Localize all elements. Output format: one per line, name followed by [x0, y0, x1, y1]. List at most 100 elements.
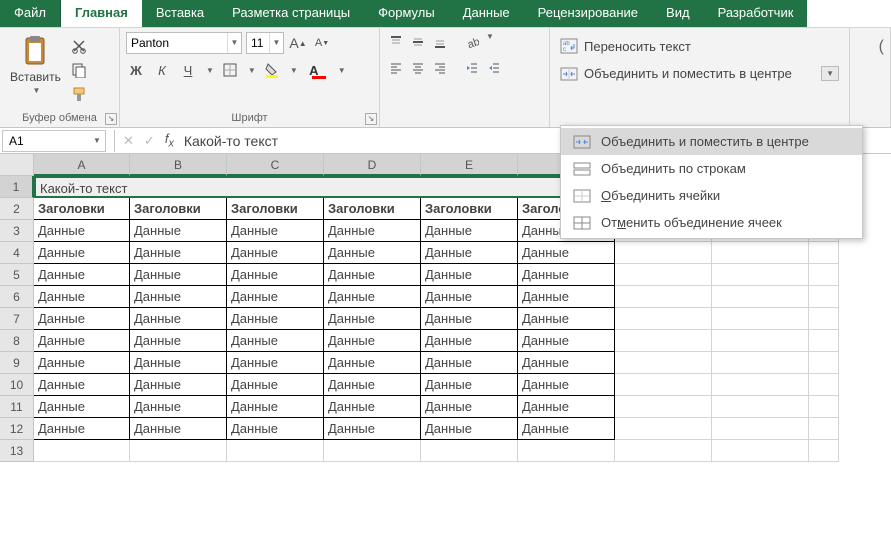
cell[interactable] — [615, 352, 712, 374]
cell[interactable]: Данные — [518, 418, 615, 440]
merge-center-button[interactable]: Объединить и поместить в центре ▼ — [556, 64, 843, 83]
tab-data[interactable]: Данные — [449, 0, 524, 27]
cell[interactable]: Данные — [34, 286, 130, 308]
cell[interactable]: Данные — [130, 374, 227, 396]
cell[interactable] — [809, 264, 839, 286]
align-right-button[interactable] — [430, 58, 450, 78]
cell[interactable]: Данные — [518, 374, 615, 396]
cut-button[interactable] — [69, 36, 89, 56]
cell[interactable] — [421, 440, 518, 462]
cell[interactable] — [615, 396, 712, 418]
cell[interactable]: Данные — [324, 264, 421, 286]
cell[interactable] — [712, 440, 809, 462]
row-header[interactable]: 9 — [0, 352, 34, 374]
cell[interactable]: Данные — [130, 396, 227, 418]
row-header[interactable]: 4 — [0, 242, 34, 264]
clipboard-launcher-icon[interactable]: ↘ — [105, 113, 117, 125]
cell[interactable]: Данные — [130, 330, 227, 352]
tab-file[interactable]: Файл — [0, 0, 61, 27]
cell[interactable] — [324, 440, 421, 462]
format-painter-button[interactable] — [69, 84, 89, 104]
cell[interactable]: Данные — [130, 418, 227, 440]
row-header[interactable]: 11 — [0, 396, 34, 418]
cell[interactable] — [712, 374, 809, 396]
chevron-down-icon[interactable]: ▼ — [290, 66, 298, 75]
cell[interactable] — [615, 286, 712, 308]
cell[interactable]: Заголовки — [421, 198, 518, 220]
cell[interactable] — [518, 440, 615, 462]
cell[interactable]: Данные — [324, 418, 421, 440]
tab-home[interactable]: Главная — [61, 0, 142, 27]
tab-review[interactable]: Рецензирование — [524, 0, 652, 27]
font-name-input[interactable] — [127, 36, 227, 50]
cell[interactable] — [615, 418, 712, 440]
cell[interactable]: Данные — [324, 286, 421, 308]
more-commands-icon[interactable]: ( — [879, 38, 884, 56]
formula-bar-input[interactable]: Какой-то текст — [184, 133, 278, 149]
chevron-down-icon[interactable]: ▼ — [338, 66, 346, 75]
cell[interactable]: Данные — [227, 374, 324, 396]
cell[interactable] — [615, 374, 712, 396]
enter-formula-button[interactable]: ✓ — [144, 133, 155, 149]
cell[interactable] — [809, 396, 839, 418]
cell[interactable]: Данные — [130, 242, 227, 264]
column-header[interactable]: D — [324, 154, 421, 176]
chevron-down-icon[interactable]: ▼ — [206, 66, 214, 75]
wrap-text-button[interactable]: abc Переносить текст — [556, 36, 843, 56]
cell[interactable]: Данные — [421, 220, 518, 242]
cell[interactable] — [712, 396, 809, 418]
cell[interactable]: Данные — [227, 330, 324, 352]
cell[interactable]: Данные — [227, 308, 324, 330]
cell[interactable] — [712, 352, 809, 374]
orientation-button[interactable]: ab — [462, 32, 482, 52]
cell[interactable]: Данные — [421, 330, 518, 352]
row-header[interactable]: 2 — [0, 198, 34, 220]
cell[interactable]: Данные — [421, 418, 518, 440]
cell[interactable] — [615, 264, 712, 286]
cell[interactable] — [130, 440, 227, 462]
cell[interactable]: Данные — [34, 374, 130, 396]
cell[interactable]: Данные — [227, 220, 324, 242]
cell[interactable] — [615, 330, 712, 352]
align-top-button[interactable] — [386, 32, 406, 52]
cell[interactable]: Данные — [227, 396, 324, 418]
cell[interactable]: Данные — [130, 220, 227, 242]
cell[interactable]: Данные — [34, 308, 130, 330]
font-size-combo[interactable]: ▼ — [246, 32, 284, 54]
tab-view[interactable]: Вид — [652, 0, 704, 27]
borders-button[interactable] — [220, 60, 240, 80]
align-left-button[interactable] — [386, 58, 406, 78]
row-header[interactable]: 10 — [0, 374, 34, 396]
cell[interactable]: Данные — [518, 330, 615, 352]
cell[interactable]: Данные — [227, 264, 324, 286]
cell[interactable]: Данные — [34, 220, 130, 242]
cell[interactable]: Данные — [324, 374, 421, 396]
name-box-input[interactable] — [3, 134, 89, 148]
merge-dropdown-button[interactable]: ▼ — [821, 66, 839, 81]
cell[interactable] — [615, 308, 712, 330]
cell[interactable]: Данные — [518, 308, 615, 330]
copy-button[interactable] — [69, 60, 89, 80]
cell[interactable] — [712, 418, 809, 440]
column-header[interactable]: E — [421, 154, 518, 176]
cell[interactable]: Данные — [227, 418, 324, 440]
cell[interactable] — [809, 330, 839, 352]
column-header[interactable]: A — [34, 154, 130, 176]
cell[interactable]: Данные — [34, 264, 130, 286]
chevron-down-icon[interactable]: ▼ — [248, 66, 256, 75]
cell[interactable]: Данные — [324, 220, 421, 242]
cell[interactable] — [712, 242, 809, 264]
dropdown-item-unmerge[interactable]: Отменить объединение ячеек — [561, 209, 862, 236]
cell[interactable] — [809, 352, 839, 374]
cell[interactable]: Данные — [518, 242, 615, 264]
dropdown-item-merge-cells[interactable]: Объединить ячейки — [561, 182, 862, 209]
fill-color-button[interactable] — [262, 60, 282, 80]
row-header[interactable]: 8 — [0, 330, 34, 352]
font-name-combo[interactable]: ▼ — [126, 32, 242, 54]
cell[interactable]: Данные — [227, 286, 324, 308]
cell[interactable]: Данные — [518, 286, 615, 308]
align-center-button[interactable] — [408, 58, 428, 78]
tab-formulas[interactable]: Формулы — [364, 0, 449, 27]
cell[interactable] — [809, 308, 839, 330]
select-all-corner[interactable] — [0, 154, 34, 176]
